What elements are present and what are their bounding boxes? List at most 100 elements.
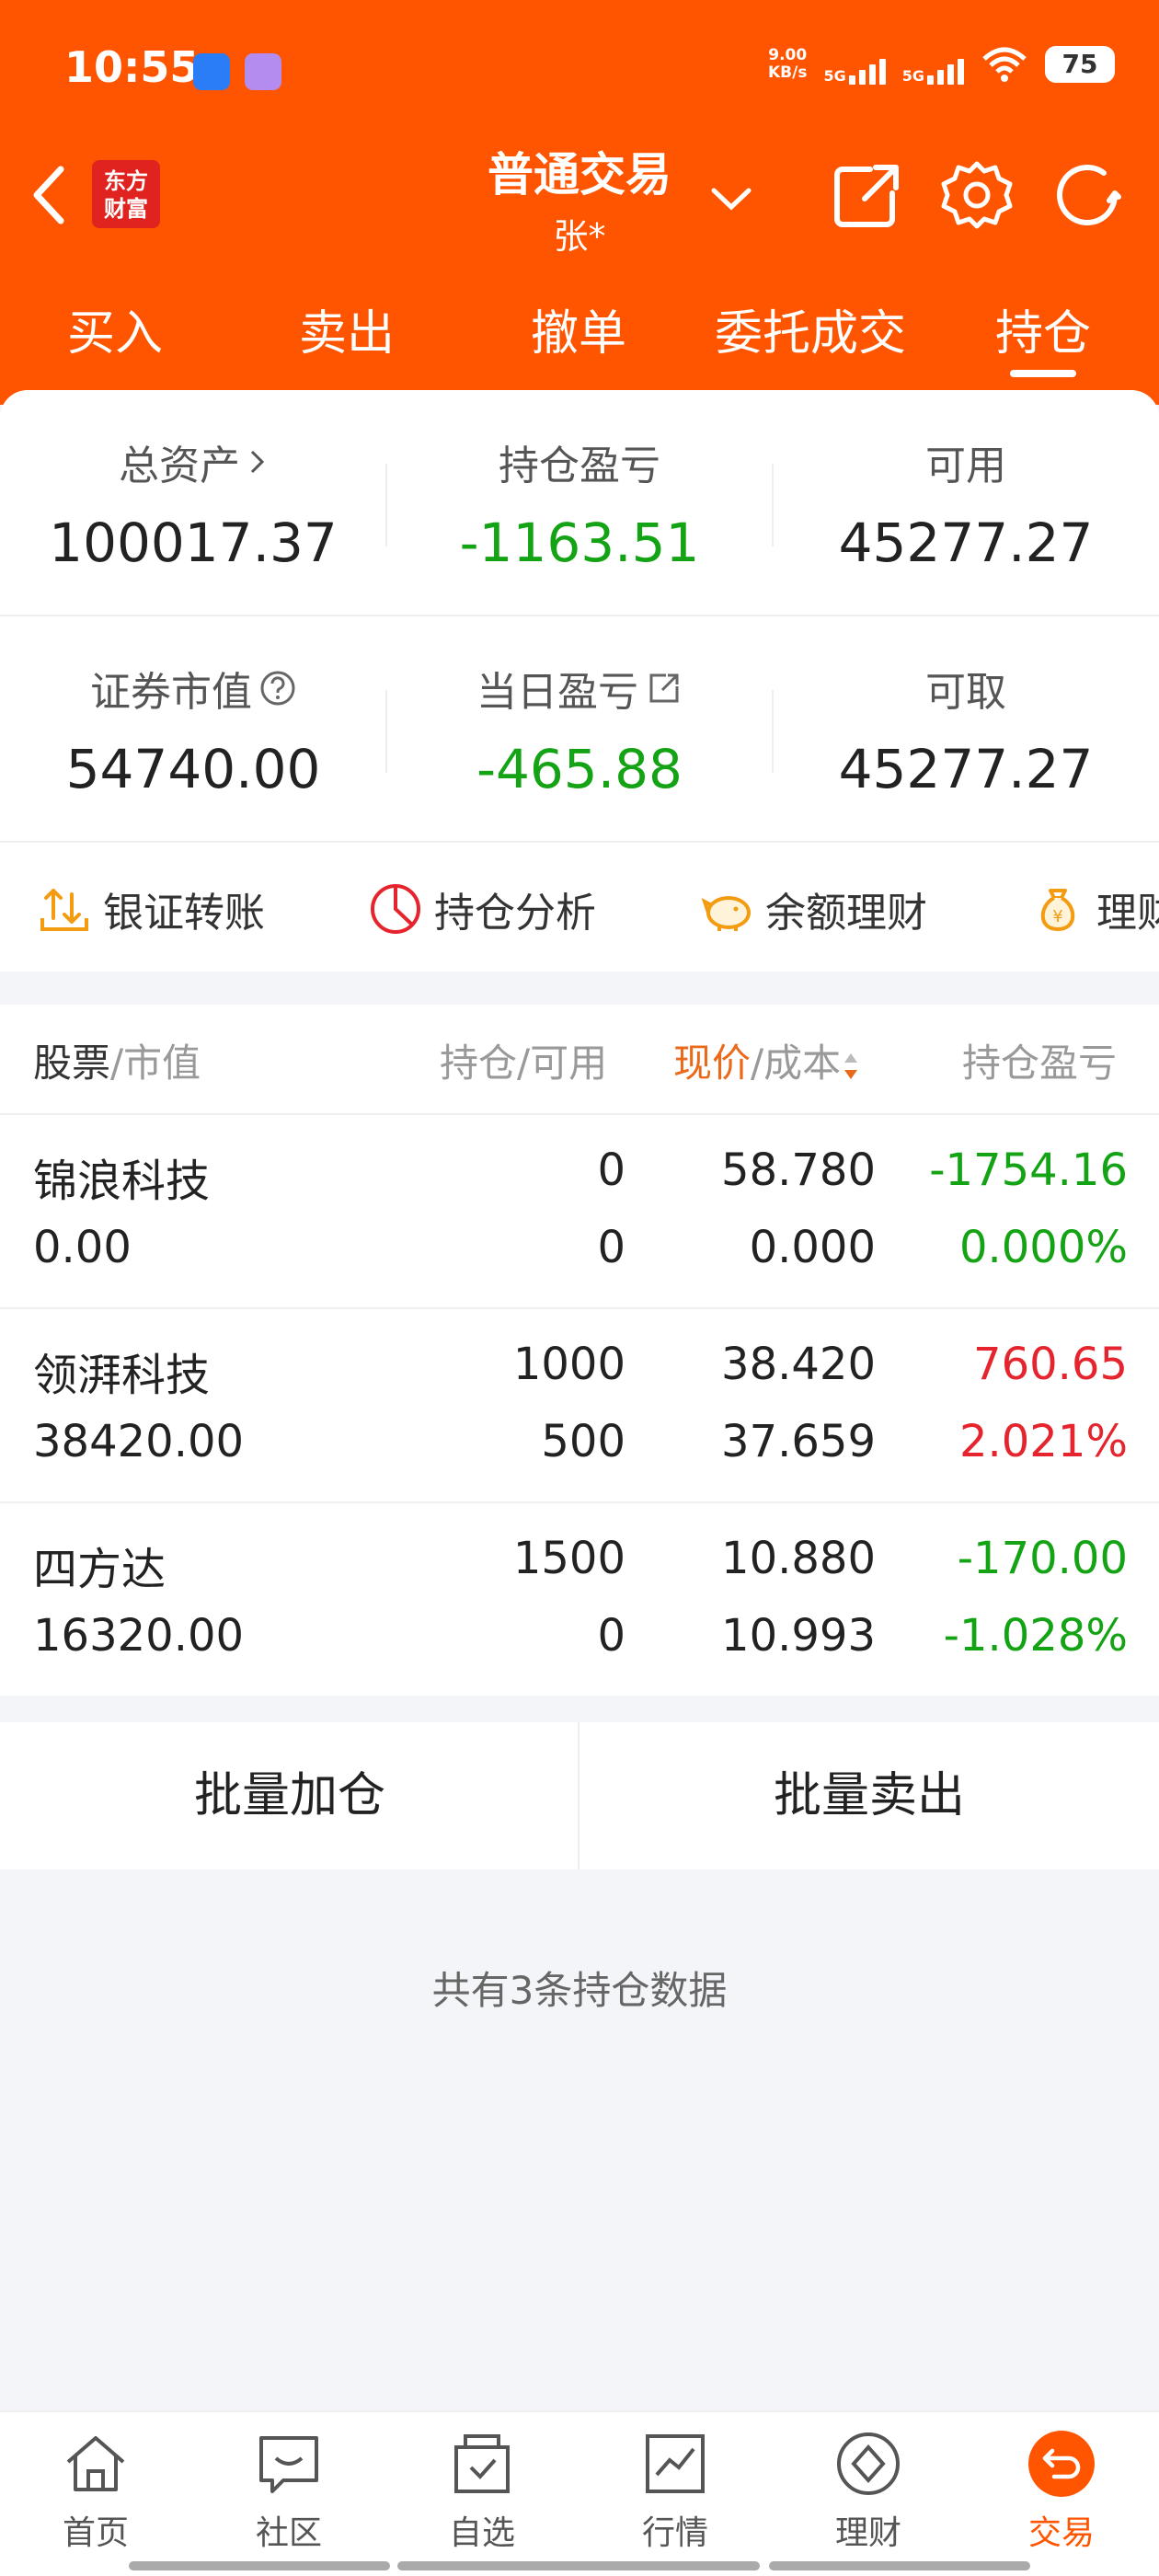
gesture-bar-3 (769, 2561, 1030, 2570)
gesture-bar (129, 2561, 390, 2570)
stock-holding: 1000 (512, 1339, 625, 1390)
batch-actions: 批量加仓 批量卖出 (0, 1722, 1159, 1869)
stock-price: 10.880 (721, 1533, 876, 1584)
line-chart-icon (646, 2434, 705, 2493)
status-bar: 10:55 9.00 KB/s 5G 5G 75 (0, 37, 1159, 101)
signal-5g-2: 5G (902, 44, 964, 85)
stock-pnl-pct: 0.000% (958, 1222, 1128, 1273)
market-value-cell: 证券市值 54740.00 (0, 616, 386, 800)
stock-price: 38.420 (721, 1339, 876, 1390)
quick-actions: 银证转账 持仓分析 余额理财 ¥ 理财 (0, 843, 1159, 972)
withdrawable-cell: 可取 45277.27 (773, 616, 1159, 800)
brand-logo: 东方 财富 (92, 160, 160, 228)
available-value: 45277.27 (838, 512, 1094, 574)
daily-pnl-value: -465.88 (476, 738, 683, 800)
account-name: 张* (553, 216, 606, 257)
stock-available: 0 (597, 1222, 625, 1273)
pie-chart-icon (371, 884, 420, 934)
chevron-down-icon[interactable] (708, 179, 754, 216)
signal-5g-1: 5G (823, 44, 886, 85)
nav-wealth[interactable]: 理财 (804, 2427, 933, 2554)
home-icon (66, 2436, 125, 2491)
stock-pnl: -170.00 (957, 1533, 1128, 1584)
stock-cost: 37.659 (721, 1416, 876, 1467)
bank-transfer-button[interactable]: 银证转账 (37, 880, 265, 938)
money-bag-icon: ¥ (1040, 889, 1075, 932)
batch-add-button[interactable]: 批量加仓 (0, 1722, 580, 1869)
status-indicators: 9.00 KB/s 5G 5G 75 (768, 44, 1115, 85)
position-analysis-button[interactable]: 持仓分析 (368, 880, 596, 938)
help-icon[interactable] (259, 670, 296, 707)
svg-text:¥: ¥ (1052, 907, 1062, 926)
piggy-bank-icon (701, 896, 751, 931)
nav-home[interactable]: 首页 (31, 2427, 160, 2554)
table-header: 股票/市值 持仓/可用 现价/成本 持仓盈亏 (0, 1005, 1159, 1113)
asset-summary-card: 总资产 100017.37 持仓盈亏 -1163.51 可用 45277.27 … (0, 390, 1159, 972)
stock-pnl: 760.65 (973, 1339, 1128, 1390)
stock-market-value: 0.00 (33, 1222, 132, 1273)
stock-cost: 0.000 (749, 1222, 876, 1273)
positions-count-note: 共有3条持仓数据 (431, 1968, 728, 2013)
nav-bar: 东方 财富 普通交易 张* (0, 138, 1159, 258)
external-link-icon (649, 673, 679, 703)
table-row[interactable]: 四方达 16320.00 1500 0 10.880 10.993 -170.0… (0, 1501, 1159, 1696)
stock-available: 500 (541, 1416, 625, 1467)
wifi-icon (982, 47, 1027, 82)
transfer-icon (40, 889, 88, 931)
stock-name: 领湃科技 (33, 1350, 211, 1401)
nav-trade[interactable]: 交易 (997, 2427, 1126, 2554)
active-tab-indicator (1010, 370, 1076, 377)
tab-orders-fills[interactable]: 委托成交 (708, 294, 912, 363)
batch-sell-button[interactable]: 批量卖出 (580, 1722, 1159, 1869)
market-value-value: 54740.00 (65, 738, 321, 800)
refresh-icon[interactable] (1049, 156, 1126, 234)
nav-watchlist[interactable]: 自选 (418, 2427, 546, 2554)
chat-bubble-icon (259, 2436, 318, 2493)
stock-market-value: 16320.00 (33, 1610, 245, 1662)
table-row[interactable]: 锦浪科技 0.00 0 0 58.780 0.000 -1754.16 0.00… (0, 1113, 1159, 1307)
wealth-button[interactable]: ¥ 理财 (1030, 880, 1159, 938)
nav-community[interactable]: 社区 (224, 2427, 353, 2554)
sort-by-price-header[interactable]: 现价/成本 (673, 1032, 861, 1088)
tab-buy[interactable]: 买入 (64, 294, 166, 363)
position-pnl-value: -1163.51 (459, 512, 700, 574)
gesture-bar-2 (397, 2561, 760, 2570)
summary-row-2: 证券市值 54740.00 当日盈亏 -465.88 可取 45277.27 (0, 616, 1159, 843)
stock-pnl-pct: 2.021% (958, 1416, 1128, 1467)
withdrawable-value: 45277.27 (838, 738, 1094, 800)
notification-app-icon-2 (245, 53, 281, 90)
total-assets-value: 100017.37 (49, 512, 338, 574)
stock-market-value: 38420.00 (33, 1416, 245, 1467)
daily-pnl-cell[interactable]: 当日盈亏 -465.88 (386, 616, 773, 800)
tab-positions[interactable]: 持仓 (992, 294, 1095, 363)
stock-cost: 10.993 (721, 1610, 876, 1662)
stock-price: 58.780 (721, 1144, 876, 1196)
stock-name: 四方达 (33, 1544, 166, 1595)
tab-cancel-order[interactable]: 撤单 (528, 294, 629, 363)
watchlist-icon (454, 2434, 510, 2493)
account-selector[interactable]: 普通交易 张* (460, 138, 699, 259)
stock-pnl-pct: -1.028% (943, 1610, 1128, 1662)
nav-market[interactable]: 行情 (611, 2427, 740, 2554)
notification-app-icon (193, 53, 230, 90)
status-time: 10:55 (64, 42, 200, 92)
stock-available: 0 (597, 1610, 625, 1662)
table-row[interactable]: 领湃科技 38420.00 1000 500 38.420 37.659 760… (0, 1307, 1159, 1501)
total-assets-cell[interactable]: 总资产 100017.37 (0, 390, 386, 574)
stock-holding: 1500 (512, 1533, 625, 1584)
net-speed: 9.00 KB/s (768, 46, 808, 82)
back-arrow-icon[interactable] (22, 158, 77, 232)
stock-name: 锦浪科技 (33, 1156, 211, 1207)
position-pnl-cell: 持仓盈亏 -1163.51 (386, 390, 773, 574)
trade-icon (1028, 2431, 1095, 2497)
share-icon[interactable] (828, 156, 905, 234)
bottom-nav: 首页 社区 自选 行情 理财 交易 (0, 2410, 1159, 2576)
balance-wealth-button[interactable]: 余额理财 (699, 880, 927, 938)
summary-row-1: 总资产 100017.37 持仓盈亏 -1163.51 可用 45277.27 (0, 390, 1159, 616)
gear-icon[interactable] (938, 156, 1016, 234)
chevron-right-icon (250, 450, 265, 474)
stock-holding: 0 (597, 1144, 625, 1196)
diamond-icon (837, 2432, 900, 2495)
sort-icon (844, 1052, 858, 1079)
tab-sell[interactable]: 卖出 (296, 294, 397, 363)
